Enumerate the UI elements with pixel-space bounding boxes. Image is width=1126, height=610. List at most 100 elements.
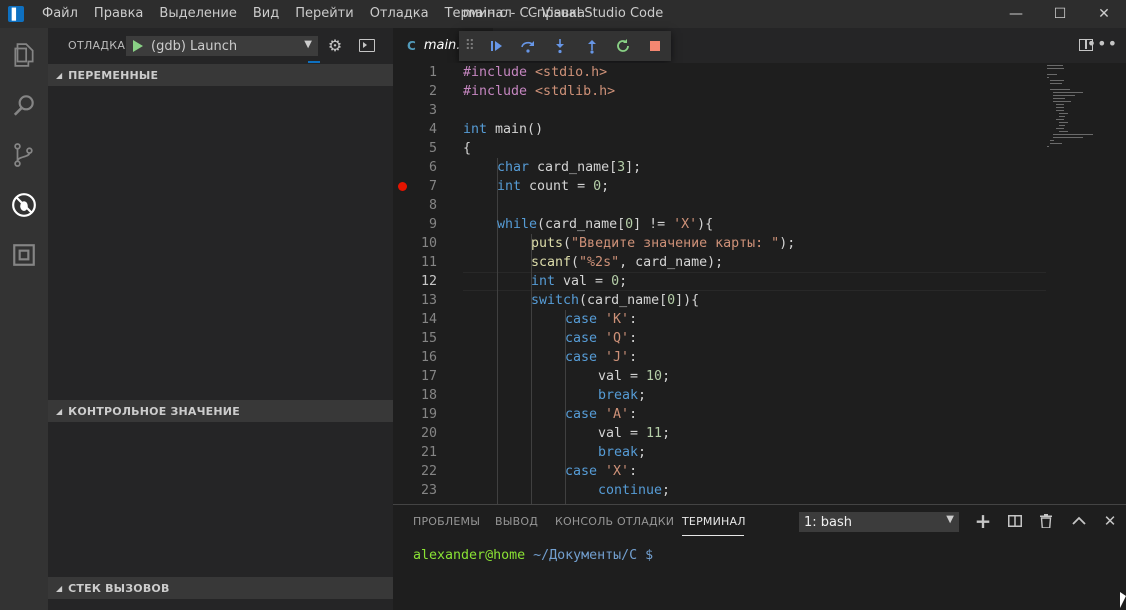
- token: 0: [667, 293, 676, 308]
- prompt-host: @home: [485, 548, 526, 563]
- menu-terminal[interactable]: Терминал: [437, 0, 520, 28]
- maximize-button[interactable]: ☐: [1038, 0, 1082, 28]
- launch-config-select[interactable]: (gdb) Launch ▼: [126, 36, 318, 56]
- token: case: [565, 312, 598, 327]
- menu-view[interactable]: Вид: [245, 0, 287, 28]
- menu-selection[interactable]: Выделение: [151, 0, 244, 28]
- token: val =: [598, 426, 647, 441]
- line-number[interactable]: 18: [393, 386, 437, 405]
- line-number[interactable]: 5: [393, 139, 437, 158]
- window-controls: — ☐ ✕: [994, 0, 1126, 28]
- terminal-prompt[interactable]: alexander@home ~/Документы/C $: [413, 546, 653, 566]
- menu-debug[interactable]: Отладка: [362, 0, 437, 28]
- token: 'Q': [605, 331, 630, 346]
- vscode-logo-icon: ▌: [8, 6, 24, 22]
- token: 11: [646, 426, 663, 441]
- step-into-icon[interactable]: [544, 31, 576, 61]
- token: ;: [662, 426, 671, 441]
- split-terminal-icon[interactable]: [1005, 511, 1025, 531]
- extensions-icon[interactable]: [0, 230, 48, 280]
- code-line: 8: [393, 196, 1126, 215]
- line-number[interactable]: 2: [393, 82, 437, 101]
- token: (: [571, 255, 580, 270]
- token: :: [629, 407, 638, 422]
- token: while: [497, 217, 538, 232]
- token: break: [598, 445, 639, 460]
- debug-icon[interactable]: [0, 180, 48, 230]
- continue-icon[interactable]: [481, 31, 513, 61]
- debug-action-bar: ⠿: [459, 31, 671, 61]
- collapse-icon: ◢: [56, 583, 63, 593]
- callstack-section-header[interactable]: ◢ СТЕК ВЫЗОВОВ: [48, 577, 393, 599]
- token: main(): [487, 122, 544, 137]
- token: char: [497, 160, 530, 175]
- tab-debug-console[interactable]: КОНСОЛЬ ОТЛАДКИ: [555, 515, 674, 528]
- line-number[interactable]: 1: [393, 63, 437, 82]
- line-number[interactable]: 14: [393, 310, 437, 329]
- token: <stdlib.h>: [527, 84, 616, 99]
- gear-icon[interactable]: ⚙: [326, 37, 344, 55]
- menu-edit[interactable]: Правка: [86, 0, 151, 28]
- restart-icon[interactable]: [608, 31, 640, 61]
- line-number[interactable]: 3: [393, 101, 437, 120]
- code-line: 20 val = 11;: [393, 424, 1126, 443]
- line-number[interactable]: 12: [393, 272, 437, 291]
- tab-output[interactable]: ВЫВОД: [495, 515, 538, 528]
- token: ;: [638, 445, 647, 460]
- token: 'X': [673, 217, 698, 232]
- line-number[interactable]: 9: [393, 215, 437, 234]
- token: puts: [531, 236, 564, 251]
- more-actions-icon[interactable]: •••: [1087, 34, 1118, 53]
- chevron-down-icon: ▼: [946, 514, 954, 525]
- close-panel-icon[interactable]: ✕: [1100, 511, 1120, 531]
- menu-help[interactable]: Справка: [520, 0, 593, 28]
- start-debugging-icon[interactable]: [133, 40, 143, 52]
- search-icon[interactable]: [0, 80, 48, 130]
- watch-section-header[interactable]: ◢ КОНТРОЛЬНОЕ ЗНАЧЕНИЕ: [48, 400, 393, 422]
- line-number[interactable]: 23: [393, 481, 437, 500]
- explorer-icon[interactable]: [0, 30, 48, 80]
- stop-icon[interactable]: [639, 31, 671, 61]
- token: val =: [555, 274, 612, 289]
- line-number[interactable]: 16: [393, 348, 437, 367]
- code-line: 7 int count = 0;: [393, 177, 1126, 196]
- tab-problems[interactable]: ПРОБЛЕМЫ: [413, 515, 480, 528]
- close-button[interactable]: ✕: [1082, 0, 1126, 28]
- token: (: [563, 236, 572, 251]
- line-number[interactable]: 4: [393, 120, 437, 139]
- minimize-button[interactable]: —: [994, 0, 1038, 28]
- trash-icon[interactable]: [1036, 511, 1056, 531]
- line-number[interactable]: 22: [393, 462, 437, 481]
- line-number[interactable]: 15: [393, 329, 437, 348]
- editor-scrollbar[interactable]: [1115, 63, 1126, 504]
- step-out-icon[interactable]: [576, 31, 608, 61]
- minimap[interactable]: [1045, 63, 1115, 153]
- menu-file[interactable]: Файл: [34, 0, 86, 28]
- menu-go[interactable]: Перейти: [287, 0, 362, 28]
- debug-console-icon[interactable]: [359, 39, 375, 52]
- line-number[interactable]: 19: [393, 405, 437, 424]
- line-number[interactable]: 13: [393, 291, 437, 310]
- line-number[interactable]: 11: [393, 253, 437, 272]
- step-over-icon[interactable]: [513, 31, 545, 61]
- line-number[interactable]: 7: [393, 177, 437, 196]
- new-terminal-icon[interactable]: +: [973, 509, 993, 533]
- line-number[interactable]: 10: [393, 234, 437, 253]
- line-number[interactable]: 21: [393, 443, 437, 462]
- source-control-icon[interactable]: [0, 130, 48, 180]
- code-editor[interactable]: 1 #include <stdio.h> 2 #include <stdlib.h>…: [393, 63, 1126, 504]
- line-number[interactable]: 20: [393, 424, 437, 443]
- line-number[interactable]: 6: [393, 158, 437, 177]
- activity-bar: [0, 28, 48, 610]
- line-number[interactable]: 17: [393, 367, 437, 386]
- terminal-select[interactable]: 1: bash ▼: [799, 512, 959, 532]
- token: #include: [463, 65, 528, 80]
- token: scanf: [531, 255, 572, 270]
- drag-handle-icon[interactable]: ⠿: [459, 31, 481, 61]
- maximize-panel-icon[interactable]: [1069, 511, 1089, 531]
- line-number[interactable]: 8: [393, 196, 437, 215]
- tab-terminal[interactable]: ТЕРМИНАЛ: [682, 515, 746, 528]
- variables-section-header[interactable]: ◢ ПЕРЕМЕННЫЕ: [48, 64, 393, 86]
- token: case: [565, 407, 598, 422]
